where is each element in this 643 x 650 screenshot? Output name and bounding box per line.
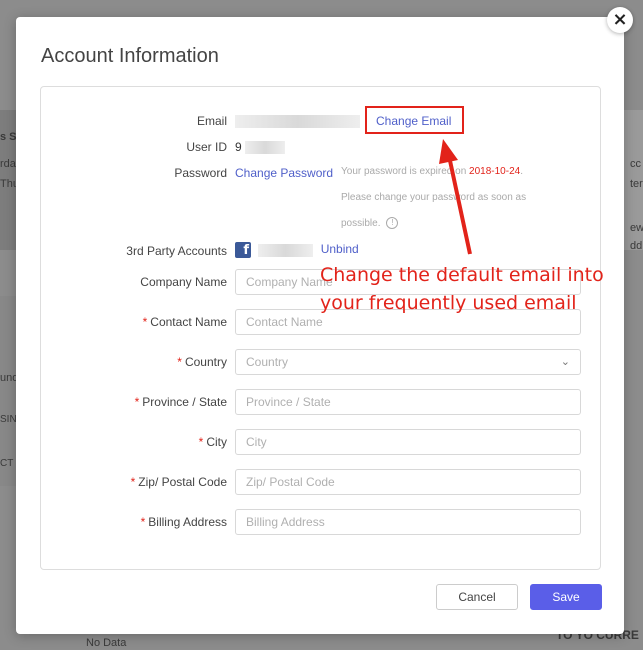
arrow-shaft — [447, 155, 472, 255]
close-icon[interactable]: × — [607, 7, 633, 33]
arrow-head — [439, 139, 458, 164]
annotation-arrow — [439, 139, 472, 255]
